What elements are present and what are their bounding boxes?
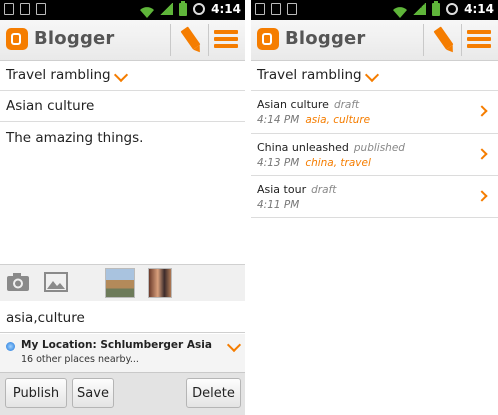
alarm-icon <box>193 3 206 15</box>
divider <box>0 121 245 122</box>
post-status: draft <box>311 184 337 196</box>
post-list-screen: 4:14 Blogger Travel rambling Asian cultu… <box>251 0 498 415</box>
menu-bar <box>214 37 238 41</box>
blog-name: Travel rambling <box>257 67 362 83</box>
post-list-item[interactable]: China unleashed published 4:13 PM china, t… <box>251 134 498 176</box>
compose-button[interactable] <box>172 24 206 56</box>
location-selector[interactable]: My Location: Schlumberger Asia 16 other … <box>0 334 245 372</box>
post-labels: china, travel <box>305 157 371 169</box>
app-title: Blogger <box>285 28 366 49</box>
media-bar <box>0 264 245 301</box>
android-icon <box>271 3 281 15</box>
battery-icon <box>179 0 188 16</box>
clock: 4:14 <box>211 2 241 16</box>
post-status: draft <box>333 99 360 111</box>
post-list-item[interactable]: Asian culture draft 4:14 PM asia, culture <box>251 91 498 133</box>
post-time: 4:11 PM <box>257 199 300 211</box>
status-bar: 4:14 <box>251 0 498 20</box>
chevron-down-icon <box>364 67 380 83</box>
attached-photo-thumbnail[interactable] <box>148 268 172 298</box>
chevron-right-icon <box>476 105 488 117</box>
pencil-icon <box>433 26 454 50</box>
publish-button[interactable]: Publish <box>5 378 67 408</box>
blog-name: Travel rambling <box>6 67 111 83</box>
blog-selector[interactable]: Travel rambling <box>0 61 245 89</box>
chevron-down-icon <box>113 67 129 83</box>
divider <box>170 24 171 56</box>
divider <box>0 90 245 91</box>
editor-screen: 4:14 Blogger Travel rambling Asian cultu… <box>0 0 245 415</box>
menu-button[interactable] <box>463 24 497 56</box>
labels-input[interactable]: asia,culture <box>0 301 245 333</box>
post-title: Asia tour <box>257 183 307 196</box>
pencil-icon <box>180 26 201 50</box>
menu-bar <box>214 30 238 34</box>
camera-icon[interactable] <box>6 271 30 293</box>
divider <box>251 217 498 218</box>
wifi-icon <box>140 3 155 18</box>
compose-button[interactable] <box>425 24 459 56</box>
chevron-down-icon <box>226 337 242 353</box>
chevron-right-icon <box>476 148 488 160</box>
delete-button[interactable]: Delete <box>186 378 241 408</box>
menu-bar <box>467 44 491 48</box>
post-list-item[interactable]: Asia tour draft 4:11 PM <box>251 176 498 218</box>
app-title: Blogger <box>34 28 115 49</box>
menu-bar <box>467 37 491 41</box>
post-labels: asia, culture <box>305 114 371 126</box>
post-body-input[interactable]: The amazing things. <box>0 124 245 262</box>
divider <box>208 24 209 56</box>
wifi-icon <box>393 3 408 18</box>
attached-photo-thumbnail[interactable] <box>105 268 135 298</box>
blog-selector[interactable]: Travel rambling <box>251 61 498 89</box>
divider <box>423 24 424 56</box>
blogger-logo-icon <box>257 28 279 50</box>
app-bar: Blogger <box>0 20 245 61</box>
location-subtitle: 16 other places nearby... <box>21 354 139 365</box>
menu-bar <box>214 44 238 48</box>
post-title-input[interactable]: Asian culture <box>0 92 245 120</box>
post-status: published <box>353 142 405 154</box>
usb-icon <box>287 3 297 15</box>
app-bar: Blogger <box>251 20 498 61</box>
usb-icon <box>36 3 46 15</box>
clock: 4:14 <box>464 2 494 16</box>
post-title: China unleashed <box>257 141 349 154</box>
menu-button[interactable] <box>210 24 244 56</box>
notification-icon <box>4 3 14 15</box>
post-time: 4:13 PM <box>257 157 300 169</box>
chevron-right-icon <box>476 190 488 202</box>
notification-icon <box>255 3 265 15</box>
menu-bar <box>467 30 491 34</box>
blogger-logo-icon <box>6 28 28 50</box>
signal-icon <box>160 3 174 15</box>
save-button[interactable]: Save <box>72 378 114 408</box>
gallery-icon[interactable] <box>44 271 68 293</box>
location-title: My Location: Schlumberger Asia <box>21 339 212 351</box>
android-icon <box>20 3 30 15</box>
signal-icon <box>413 3 427 15</box>
status-bar: 4:14 <box>0 0 245 20</box>
battery-icon <box>432 0 441 16</box>
location-dot-icon <box>6 342 15 351</box>
action-bar: Publish Save Delete <box>0 372 245 415</box>
post-title: Asian culture <box>257 98 329 111</box>
divider <box>461 24 462 56</box>
post-time: 4:14 PM <box>257 114 300 126</box>
alarm-icon <box>446 3 459 15</box>
